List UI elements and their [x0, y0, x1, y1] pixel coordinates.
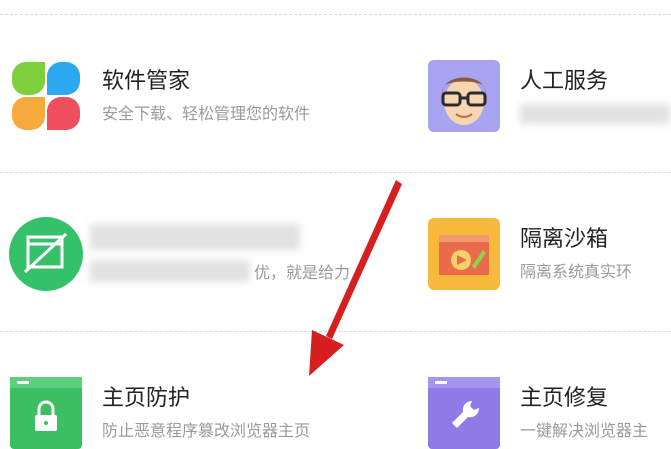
software-manager-title: 软件管家 [102, 69, 191, 94]
homepage-repair-title: 主页修复 [520, 386, 609, 411]
homepage-repair-item[interactable]: 主页修复 一键解决浏览器主 [428, 377, 671, 449]
human-service-item[interactable]: 人工服务 [428, 60, 671, 132]
homepage-protection-title: 主页防护 [102, 386, 191, 411]
row-divider [0, 331, 671, 332]
blurred-title [90, 224, 300, 250]
top-divider [0, 14, 671, 15]
software-manager-item[interactable]: 软件管家 安全下载、轻松管理您的软件 [10, 60, 390, 132]
blurred-description [90, 260, 250, 282]
homepage-protection-item[interactable]: 主页防护 防止恶意程序篡改浏览器主页 [10, 377, 390, 449]
colorful-petals-icon [12, 62, 80, 130]
homepage-protection-desc: 防止恶意程序篡改浏览器主页 [102, 421, 311, 440]
software-manager-desc: 安全下载、轻松管理您的软件 [102, 104, 311, 123]
blurred-description [520, 104, 670, 124]
isolation-sandbox-title: 隔离沙箱 [520, 227, 609, 252]
tools-panel: 软件管家 安全下载、轻松管理您的软件 人工服务 优，就是给力 隔离沙箱 隔离系统… [0, 0, 671, 449]
isolation-sandbox-item[interactable]: 隔离沙箱 隔离系统真实环 [428, 218, 671, 290]
green-lock-window-icon [10, 377, 82, 449]
green-crossed-window-icon [9, 217, 83, 291]
blurred-tool-desc: 优，就是给力 [254, 263, 351, 282]
isolation-sandbox-desc: 隔离系统真实环 [520, 262, 633, 281]
homepage-repair-desc: 一键解决浏览器主 [520, 421, 649, 440]
blurred-tool-item[interactable]: 优，就是给力 [8, 216, 408, 292]
purple-wrench-window-icon [428, 377, 500, 449]
row-divider [0, 172, 671, 173]
human-service-title: 人工服务 [520, 69, 609, 94]
sandbox-icon [428, 218, 500, 290]
customer-service-avatar-icon [428, 60, 500, 132]
